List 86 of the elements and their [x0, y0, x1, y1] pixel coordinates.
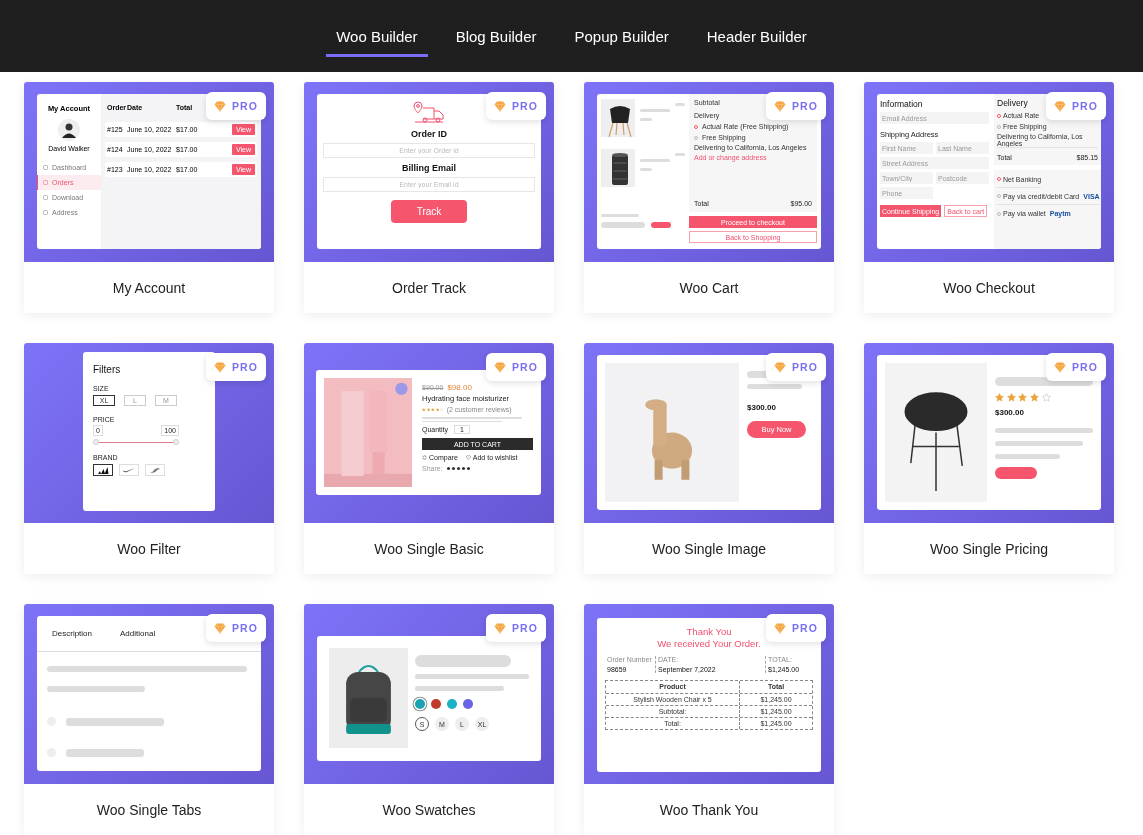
badge-label: PRO	[232, 100, 258, 112]
preview-card[interactable]: Description Additional PRO	[24, 604, 274, 784]
template-name[interactable]: Woo Checkout	[864, 262, 1114, 313]
template-name[interactable]: My Account	[24, 262, 274, 313]
badge-label: PRO	[1072, 100, 1098, 112]
section-title: Delivery	[997, 98, 1028, 108]
badge-label: PRO	[512, 100, 538, 112]
price: $98.00	[447, 383, 472, 392]
color-swatch[interactable]	[463, 699, 473, 709]
heart-icon	[465, 455, 471, 460]
diamond-icon	[214, 100, 227, 112]
diamond-icon	[1054, 100, 1067, 112]
radio-button[interactable]	[694, 124, 698, 129]
template-name[interactable]: Woo Swatches	[304, 784, 554, 835]
color-swatch[interactable]	[447, 699, 457, 709]
tab[interactable]: Blog Builder	[445, 0, 547, 57]
placeholder-line	[640, 159, 670, 162]
template-name[interactable]: Woo Single Basic	[304, 523, 554, 574]
tab[interactable]: Popup Builder	[564, 0, 679, 57]
field-label: Order ID	[411, 129, 447, 139]
diamond-icon	[494, 622, 507, 634]
placeholder-line	[675, 153, 685, 156]
thank-you-title: Thank You	[686, 626, 732, 638]
badge-label: PRO	[1072, 361, 1098, 373]
price: $300.00	[747, 403, 777, 412]
menu-icon	[43, 195, 48, 200]
menu-icon	[43, 210, 48, 215]
star-icon	[1041, 393, 1051, 402]
star-icon	[1018, 393, 1028, 402]
price-range-slider[interactable]	[93, 439, 179, 446]
tab[interactable]: Description	[52, 629, 92, 638]
template-name[interactable]: Woo Cart	[584, 262, 834, 313]
radio-button[interactable]	[997, 177, 1001, 181]
star-icon	[1030, 393, 1040, 402]
badge-label: PRO	[792, 622, 818, 634]
badge-label: PRO	[792, 100, 818, 112]
template-name[interactable]: Woo Filter	[24, 523, 274, 574]
diamond-icon	[774, 622, 787, 634]
price: $300.00	[995, 408, 1025, 417]
placeholder-line	[640, 168, 652, 171]
preview-card[interactable]: PRO $300.00	[864, 343, 1114, 523]
tab[interactable]: Additional	[120, 629, 156, 638]
star-icon	[995, 393, 1004, 402]
diamond-icon	[494, 361, 507, 373]
placeholder-line	[675, 103, 685, 106]
avatar-icon	[58, 119, 80, 141]
badge-label: PRO	[512, 361, 538, 373]
diamond-icon	[494, 100, 507, 112]
truck-icon	[413, 100, 445, 124]
placeholder-line	[747, 384, 802, 389]
template-name[interactable]: Woo Single Pricing	[864, 523, 1114, 574]
diamond-icon	[214, 361, 227, 373]
stripes-logo-icon	[97, 466, 109, 474]
color-swatch[interactable]	[431, 699, 441, 709]
badge-label: PRO	[512, 622, 538, 634]
placeholder-line	[601, 214, 639, 217]
badge-label: PRO	[232, 622, 258, 634]
badge-label: PRO	[792, 361, 818, 373]
placeholder-line	[995, 454, 1060, 459]
template-name[interactable]: Woo Single Image	[584, 523, 834, 574]
thank-you-subtitle: We received Your Order.	[657, 637, 761, 650]
diamond-icon	[214, 622, 227, 634]
filter-title: Filters	[93, 364, 122, 375]
placeholder-line	[640, 118, 652, 121]
field-label: Billing Email	[402, 163, 456, 173]
section-title: Information	[880, 99, 924, 109]
placeholder-line	[601, 222, 645, 228]
add-button[interactable]	[995, 467, 1037, 479]
placeholder-line	[640, 109, 670, 112]
diamond-icon	[1054, 361, 1067, 373]
star-icon	[1006, 393, 1016, 402]
radio-button[interactable]	[997, 113, 1001, 118]
diamond-icon	[774, 100, 787, 112]
brand-option[interactable]	[93, 464, 113, 476]
preview-card[interactable]	[864, 82, 1114, 262]
template-name[interactable]: Order Track	[304, 262, 554, 313]
menu-icon	[43, 165, 48, 170]
tab[interactable]: Header Builder	[696, 0, 817, 57]
color-swatch[interactable]	[415, 699, 425, 709]
diamond-icon	[774, 361, 787, 373]
badge-label: PRO	[232, 361, 258, 373]
menu-icon	[43, 180, 48, 185]
template-name[interactable]: Woo Thank You	[584, 784, 834, 835]
refresh-icon	[422, 455, 427, 460]
template-name[interactable]: Woo Single Tabs	[24, 784, 274, 835]
tab[interactable]: Woo Builder	[326, 0, 428, 57]
